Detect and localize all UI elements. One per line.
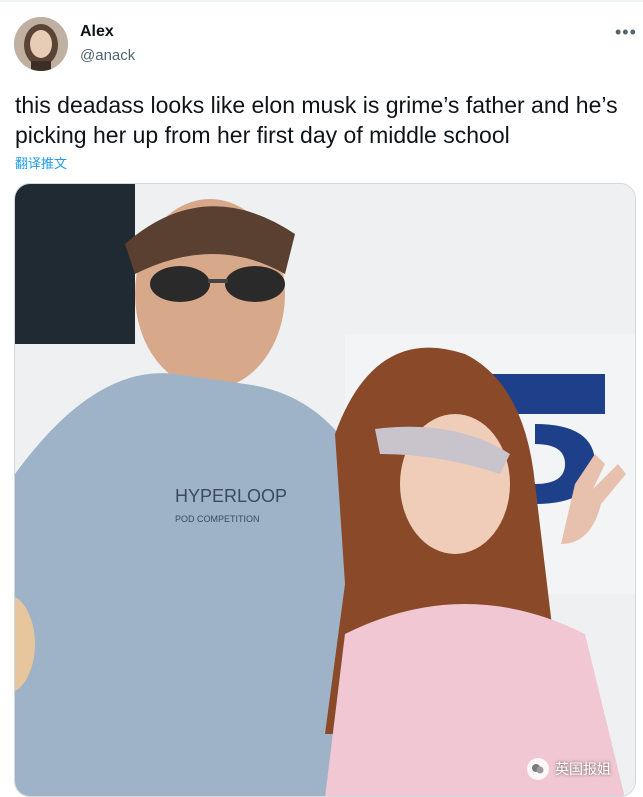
watermark-text: 英国报姐 [555, 761, 611, 777]
wechat-icon [527, 758, 549, 780]
avatar-image [14, 17, 68, 71]
tweet-text: this deadass looks like elon musk is gri… [15, 92, 618, 148]
top-divider [0, 0, 643, 2]
author-name[interactable]: Alex [80, 23, 114, 41]
avatar[interactable] [14, 17, 68, 71]
translate-tweet-link[interactable]: 翻译推文 [15, 153, 67, 172]
photo-illustration: HYPERLOOP POD COMPETITION [15, 184, 635, 796]
tweet-photo[interactable]: HYPERLOOP POD COMPETITION [14, 183, 636, 797]
shirt-sub-text: POD COMPETITION [175, 514, 260, 524]
author-handle[interactable]: @anack [80, 47, 135, 64]
more-options-icon[interactable]: ••• [615, 22, 637, 43]
shirt-brand-text: HYPERLOOP [175, 486, 287, 506]
watermark: 英国报姐 [527, 758, 611, 780]
